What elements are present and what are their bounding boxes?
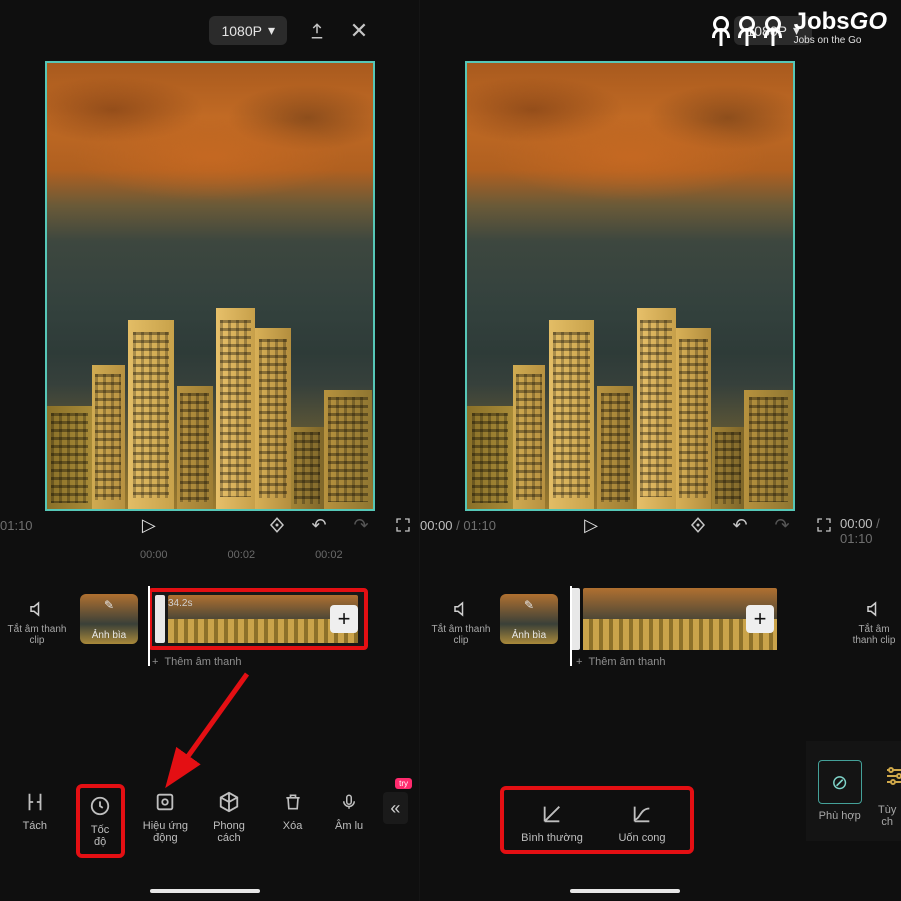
undo-icon[interactable]: ↶ — [307, 513, 331, 537]
split-tool[interactable]: Tách — [12, 784, 58, 832]
speaker-icon — [26, 598, 48, 620]
mute-clip-label: Tắt âm thanh clip — [6, 624, 68, 646]
video-preview[interactable] — [420, 55, 840, 505]
pencil-icon: ✎ — [524, 598, 534, 612]
plus-icon: + — [576, 656, 582, 668]
logo-tagline: Jobs on the Go — [794, 36, 887, 46]
fit-label: Phù hợp — [812, 810, 867, 822]
add-audio-label: Thêm âm thanh — [588, 656, 665, 668]
tool-label: Xóa — [270, 820, 316, 832]
clip-duration: 34.2s — [168, 598, 192, 609]
timeline-ruler[interactable] — [420, 545, 840, 565]
cover-thumbnail[interactable]: ✎ Ảnh bìa — [80, 594, 138, 644]
speed-mode-group: Bình thường Uốn cong — [500, 786, 694, 854]
fit-panel: ⊘ Phù hợp Tùy ch — [806, 741, 901, 841]
mute-clip-button[interactable]: Tắt âm thanh clip — [430, 598, 492, 646]
ruler-tick: 00:02 — [228, 549, 256, 561]
tool-label: Phong cách — [206, 820, 252, 844]
fullscreen-icon[interactable] — [391, 513, 415, 537]
add-clip-button[interactable]: + — [330, 605, 358, 633]
tool-label: Tách — [12, 820, 58, 832]
close-icon[interactable]: ✕ — [347, 19, 371, 43]
ruler-tick: 00:00 — [140, 549, 168, 561]
animation-icon — [153, 790, 177, 814]
ruler-tick: 00:02 — [315, 549, 343, 561]
sliders-icon — [873, 754, 901, 798]
delete-tool[interactable]: Xóa — [270, 784, 316, 832]
add-audio-label: Thêm âm thanh — [164, 656, 241, 668]
resolution-dropdown[interactable]: 1080P ▾ — [209, 16, 287, 45]
cover-label: Ảnh bìa — [512, 630, 546, 641]
pencil-icon: ✎ — [104, 598, 114, 612]
mute-clip-button[interactable]: Tắt âm thanh clip — [6, 598, 68, 646]
playhead[interactable] — [570, 586, 572, 666]
animation-tool[interactable]: Hiệu ứng động — [143, 784, 189, 844]
speaker-icon — [863, 598, 885, 620]
mute-clip-label: Tắt âm thanh clip — [430, 624, 492, 646]
video-clip[interactable]: 34.2s + — [148, 588, 368, 650]
collapse-tools-button[interactable]: « — [383, 792, 408, 824]
speed-normal-button[interactable]: Bình thường — [512, 796, 592, 844]
record-tool[interactable]: Âm lu — [333, 784, 364, 832]
tool-label: Tốc độ — [84, 824, 117, 848]
fullscreen-icon[interactable] — [812, 513, 836, 537]
speed-curve-button[interactable]: Uốn cong — [602, 796, 682, 844]
curve-icon — [630, 802, 654, 826]
timeline-ruler[interactable]: 00:00 00:02 00:02 — [0, 545, 419, 565]
linear-icon — [540, 802, 564, 826]
tool-label: Âm lu — [333, 820, 364, 832]
logo-brand: JobsGO — [794, 10, 887, 34]
resolution-label: 1080P — [221, 23, 261, 39]
playhead[interactable] — [148, 586, 150, 666]
add-clip-button[interactable]: + — [746, 605, 774, 633]
keyframe-icon[interactable] — [265, 513, 289, 537]
home-indicator — [150, 889, 260, 893]
custom-fit-button[interactable]: Tùy ch — [873, 754, 901, 828]
undo-icon[interactable]: ↶ — [728, 513, 752, 537]
add-audio-button[interactable]: + Thêm âm thanh — [576, 656, 665, 668]
tool-label: Uốn cong — [602, 832, 682, 844]
home-indicator — [570, 889, 680, 893]
try-badge: try — [395, 778, 412, 789]
custom-label: Tùy ch — [873, 804, 901, 828]
fit-button[interactable]: ⊘ Phù hợp — [812, 760, 867, 822]
speaker-icon — [450, 598, 472, 620]
tool-label: Bình thường — [512, 832, 592, 844]
play-button[interactable]: ▷ — [584, 515, 598, 536]
time-indicator: 01:10 — [0, 518, 33, 533]
split-icon — [23, 790, 47, 814]
speed-icon — [88, 794, 112, 818]
play-button[interactable]: ▷ — [142, 515, 156, 536]
plus-icon: + — [152, 656, 158, 668]
add-audio-button[interactable]: + Thêm âm thanh — [152, 656, 241, 668]
speed-tool[interactable]: Tốc độ — [76, 784, 125, 858]
redo-icon[interactable]: ↷ — [770, 513, 794, 537]
time-indicator: 00:00 / 01:10 — [420, 518, 496, 533]
mic-icon — [337, 790, 361, 814]
mute-clip-button[interactable]: Tắt âm thanh clip — [846, 598, 901, 646]
jobsgo-logo: JobsGO Jobs on the Go — [708, 10, 887, 46]
redo-icon[interactable]: ↷ — [349, 513, 373, 537]
export-icon[interactable] — [305, 19, 329, 43]
trash-icon — [281, 790, 305, 814]
cube-icon — [217, 790, 241, 814]
style-tool[interactable]: try Phong cách — [206, 784, 252, 844]
video-preview[interactable] — [0, 55, 419, 505]
mute-clip-label: Tắt âm thanh clip — [846, 624, 901, 646]
prohibit-icon: ⊘ — [818, 760, 862, 804]
chevron-down-icon: ▾ — [268, 22, 275, 39]
time-indicator: 00:00 / 01:10 — [840, 516, 897, 546]
clip-handle-left[interactable] — [155, 595, 165, 643]
cover-thumbnail[interactable]: ✎ Ảnh bìa — [500, 594, 558, 644]
video-clip[interactable]: + — [570, 588, 780, 650]
tool-label: Hiệu ứng động — [143, 820, 189, 844]
keyframe-icon[interactable] — [686, 513, 710, 537]
cover-label: Ảnh bìa — [92, 630, 126, 641]
